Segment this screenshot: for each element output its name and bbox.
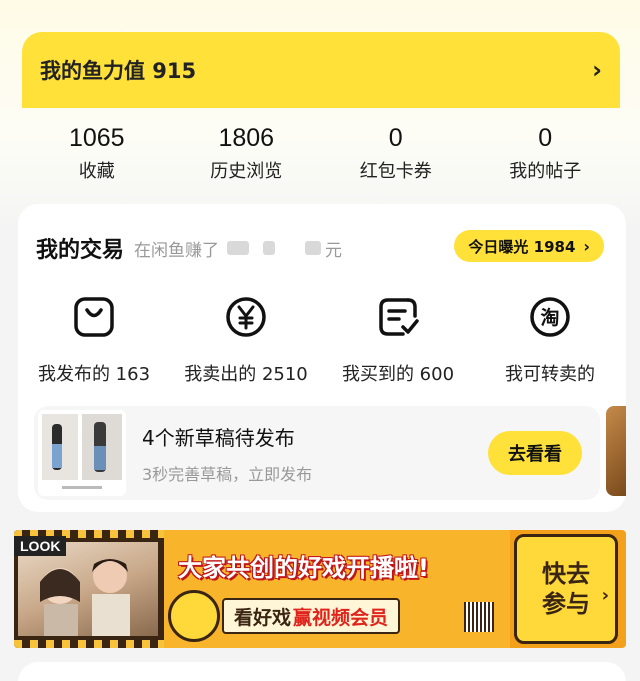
participate-button[interactable]: 快去 参与 › xyxy=(514,534,618,644)
chevron-right-icon: › xyxy=(601,585,609,606)
shortcut-label: 我可转卖的 xyxy=(505,364,595,385)
stat-value: 1065 xyxy=(68,124,125,152)
next-card-peek[interactable] xyxy=(606,406,626,496)
cta-line-2: 参与 xyxy=(542,590,590,618)
mascot-icon xyxy=(168,590,220,642)
barcode-icon xyxy=(464,602,494,632)
shortcut-resell[interactable]: 淘 我可转卖的 xyxy=(474,294,626,394)
redacted-amount xyxy=(305,241,322,255)
promo-sub-prefix: 看好戏 xyxy=(234,606,292,629)
bag-icon xyxy=(74,297,114,337)
exposure-label: 今日曝光 1984 xyxy=(468,237,576,256)
shortcut-label: 我卖出的 2510 xyxy=(184,364,308,385)
promo-photo xyxy=(18,542,158,636)
stat-coupons[interactable]: 0 红包卡券 xyxy=(321,118,471,196)
trade-shortcuts: 我发布的 163 我卖出的 2510 我买到的 600 淘 我可转卖的 xyxy=(18,294,626,394)
currency-unit: 元 xyxy=(325,240,343,261)
stat-value: 1806 xyxy=(218,124,275,152)
view-drafts-button[interactable]: 去看看 xyxy=(488,431,582,475)
trade-header: 我的交易 在闲鱼赚了 元 xyxy=(36,228,342,268)
today-exposure-pill[interactable]: 今日曝光 1984 › xyxy=(454,230,604,262)
fish-value-label: 我的鱼力值 915 xyxy=(40,59,197,83)
stat-posts[interactable]: 0 我的帖子 xyxy=(471,118,621,196)
shortcut-published[interactable]: 我发布的 163 xyxy=(18,294,170,394)
chevron-right-icon: › xyxy=(583,236,590,256)
redacted-amount xyxy=(227,241,250,255)
trade-title: 我的交易 xyxy=(36,238,125,263)
stat-value: 0 xyxy=(538,124,553,152)
draft-reminder[interactable]: 4个新草稿待发布 3秒完善草稿，立即发布 去看看 xyxy=(34,406,600,500)
look-tag: LOOK xyxy=(14,536,67,556)
stat-value: 0 xyxy=(388,124,403,152)
trade-earnings-label: 在闲鱼赚了 xyxy=(134,240,220,261)
draft-title: 4个新草稿待发布 xyxy=(142,425,295,450)
fish-value-banner[interactable]: 我的鱼力值 915 › xyxy=(22,32,620,108)
taobao-icon: 淘 xyxy=(530,297,570,337)
stat-label: 红包卡券 xyxy=(359,161,432,182)
stat-label: 历史浏览 xyxy=(210,161,283,182)
promo-subline: 看好戏 赢视频会员 xyxy=(222,598,401,634)
cta-line-1: 快去 xyxy=(542,560,590,588)
trade-card: 我的交易 在闲鱼赚了 元 今日曝光 1984 › 我发布的 163 我卖出的 2… xyxy=(18,204,626,512)
shortcut-label: 我买到的 600 xyxy=(341,364,455,385)
redacted-amount xyxy=(263,241,276,255)
promo-sub-highlight: 赢视频会员 xyxy=(293,606,389,629)
film-perforation xyxy=(14,640,164,648)
taobao-glyph: 淘 xyxy=(540,306,559,329)
shortcut-sold[interactable]: 我卖出的 2510 xyxy=(170,294,322,394)
draft-photo xyxy=(38,410,126,496)
stat-favorites[interactable]: 1065 收藏 xyxy=(22,118,172,196)
stat-label: 我的帖子 xyxy=(509,161,582,182)
chevron-right-icon: › xyxy=(592,56,602,84)
promo-headline: 大家共创的好戏开播啦! xyxy=(178,554,429,582)
shortcut-bought[interactable]: 我买到的 600 xyxy=(322,294,474,394)
shortcut-label: 我发布的 163 xyxy=(37,364,151,385)
draft-thumbnail xyxy=(38,410,126,496)
stat-history[interactable]: 1806 历史浏览 xyxy=(172,118,322,196)
receipt-check-icon xyxy=(379,298,419,336)
promo-content: 大家共创的好戏开播啦! 看好戏 赢视频会员 xyxy=(164,530,510,648)
stat-label: 收藏 xyxy=(78,161,115,182)
draft-texts: 4个新草稿待发布 3秒完善草稿，立即发布 xyxy=(142,422,312,485)
film-strip: LOOK xyxy=(14,530,164,648)
next-section-card xyxy=(18,662,626,681)
stats-row: 1065 收藏 1806 历史浏览 0 红包卡券 0 我的帖子 xyxy=(22,118,620,196)
promo-banner[interactable]: LOOK 大家共创的好戏开播啦! 看好戏 赢视频会员 快去 参与 › xyxy=(14,530,626,648)
yen-icon xyxy=(226,297,266,337)
draft-subtitle: 3秒完善草稿，立即发布 xyxy=(142,464,313,484)
